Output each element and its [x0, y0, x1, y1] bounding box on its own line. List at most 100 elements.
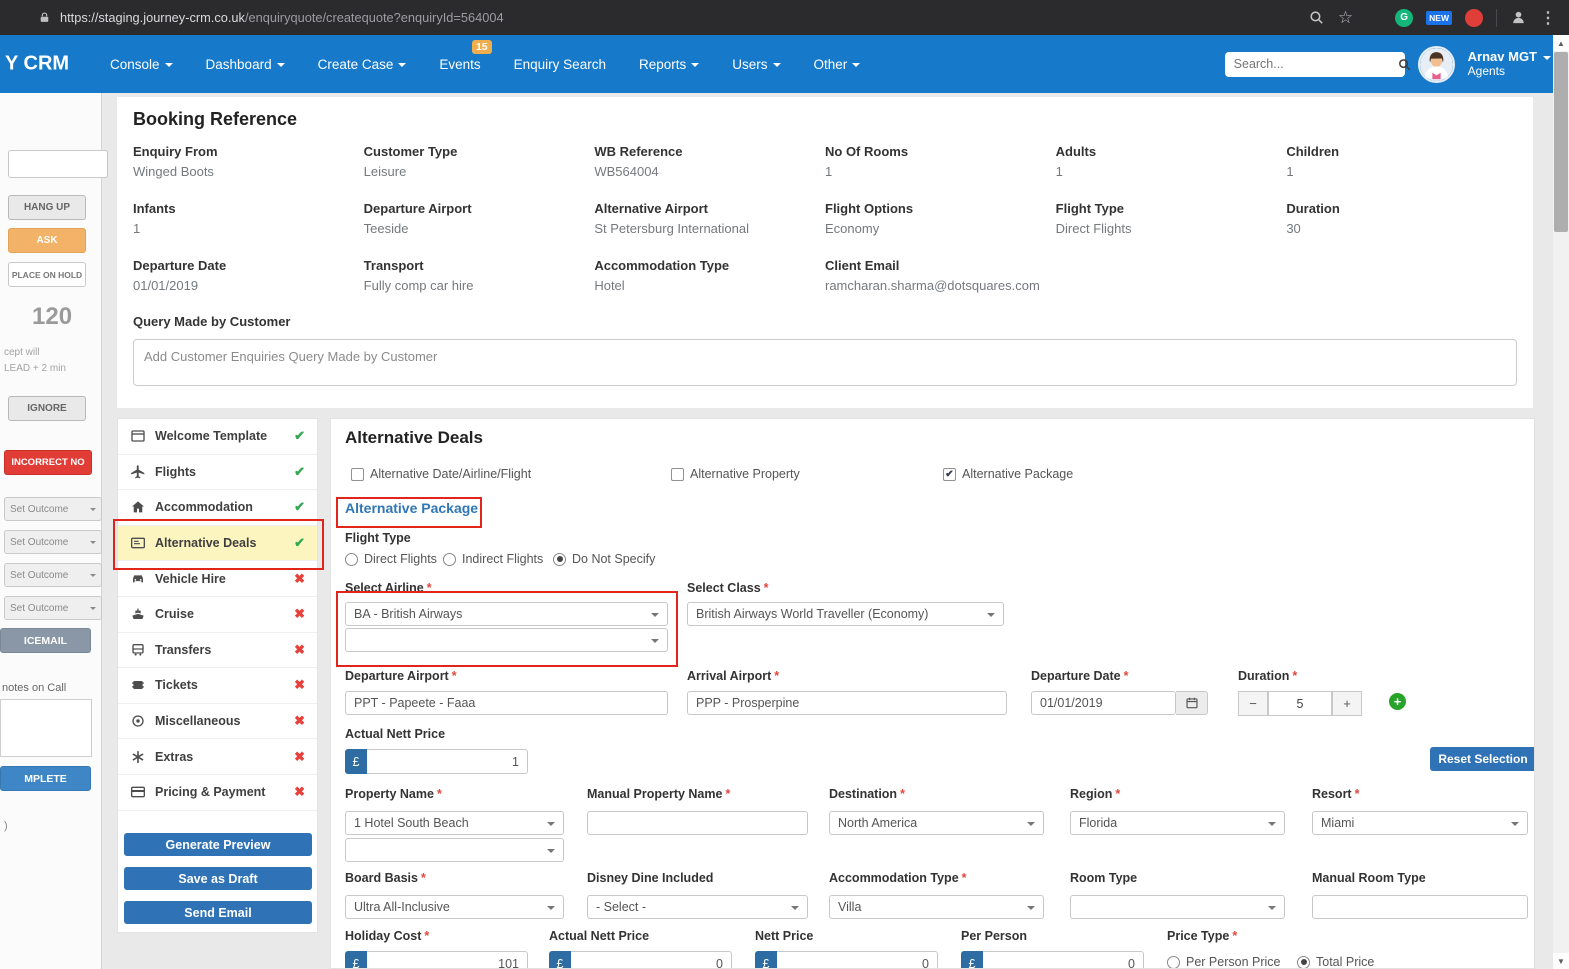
duration-minus-button[interactable]: −	[1238, 691, 1268, 716]
call-notes-label: notes on Call	[2, 682, 66, 694]
alternative-deals-panel: Alternative Deals Alternative Date/Airli…	[330, 418, 1535, 969]
duration-input[interactable]	[1268, 691, 1332, 716]
accommodation-type-select[interactable]: Villa	[829, 895, 1044, 919]
send-email-button[interactable]: Send Email	[124, 901, 312, 924]
menu-item-accommodation[interactable]: Accommodation✔	[118, 490, 317, 526]
nav-item-users[interactable]: Users	[732, 57, 780, 72]
menu-item-welcome-template[interactable]: Welcome Template✔	[118, 419, 317, 455]
bookmark-star-icon[interactable]: ☆	[1338, 9, 1353, 26]
set-outcome-select-4[interactable]: Set Outcome	[4, 596, 102, 620]
nett-price-input[interactable]	[777, 951, 938, 969]
set-outcome-select-3[interactable]: Set Outcome	[4, 563, 102, 587]
menu-item-vehicle-hire[interactable]: Vehicle Hire✖	[118, 561, 317, 597]
resort-select[interactable]: Miami	[1312, 811, 1528, 835]
vertical-scrollbar[interactable]: ▲ ▼	[1553, 35, 1569, 969]
nav-item-other[interactable]: Other	[814, 57, 861, 72]
chrome-menu-icon[interactable]: ⋮	[1540, 8, 1556, 28]
hang-up-button[interactable]: HANG UP	[8, 195, 86, 220]
avatar[interactable]	[1418, 46, 1455, 83]
radio-indirect-flights[interactable]: Indirect Flights	[443, 552, 543, 566]
add-row-button[interactable]: +	[1389, 693, 1406, 710]
room-type-select[interactable]	[1070, 895, 1285, 919]
voicemail-button[interactable]: ICEMAIL	[0, 628, 91, 653]
checkbox-alternative-date-airline-flight[interactable]: Alternative Date/Airline/Flight	[351, 467, 531, 481]
reset-selection-button[interactable]: Reset Selection	[1430, 747, 1535, 771]
disney-dine-select[interactable]: - Select -	[587, 895, 808, 919]
nav-item-dashboard[interactable]: Dashboard	[206, 57, 285, 72]
radio-total-price[interactable]: Total Price	[1297, 955, 1374, 969]
per-person-input[interactable]	[983, 951, 1144, 969]
class-select[interactable]: British Airways World Traveller (Economy…	[687, 602, 1004, 626]
departure-date-input[interactable]	[1031, 691, 1176, 715]
dialer-input[interactable]	[8, 150, 108, 178]
address-bar[interactable]: https://staging.journey-crm.co.uk/enquir…	[60, 10, 1308, 25]
brand-logo[interactable]: Y CRM	[5, 53, 69, 76]
set-outcome-select-1[interactable]: Set Outcome	[4, 497, 102, 521]
user-menu[interactable]: Arnav MGT Agents	[1468, 50, 1551, 79]
scroll-down-arrow[interactable]: ▼	[1553, 953, 1569, 969]
task-button[interactable]: ASK	[8, 228, 86, 253]
radio-circle	[1167, 956, 1180, 969]
nav-item-create-case[interactable]: Create Case	[318, 57, 407, 72]
menu-item-alternative-deals[interactable]: Alternative Deals✔	[118, 526, 317, 562]
property-name-select-secondary[interactable]	[345, 838, 564, 862]
actual-nett-price-input[interactable]	[367, 749, 528, 774]
set-outcome-select-2[interactable]: Set Outcome	[4, 530, 102, 554]
save-as-draft-button[interactable]: Save as Draft	[124, 867, 312, 890]
menu-item-flights[interactable]: Flights✔	[118, 455, 317, 491]
radio-do-not-specify[interactable]: Do Not Specify	[553, 552, 655, 566]
global-search-input[interactable]	[1232, 56, 1397, 72]
extension-green-icon[interactable]: G	[1395, 9, 1413, 27]
destination-select[interactable]: North America	[829, 811, 1044, 835]
board-basis-select[interactable]: Ultra All-Inclusive	[345, 895, 564, 919]
ignore-button[interactable]: IGNORE	[8, 396, 86, 421]
holiday-cost-input[interactable]	[367, 951, 528, 969]
checkbox-alternative-package[interactable]: ✔Alternative Package	[943, 467, 1073, 481]
chrome-search-icon[interactable]	[1308, 9, 1325, 26]
airline-select[interactable]: BA - British Airways	[345, 602, 668, 626]
calendar-button[interactable]	[1176, 691, 1208, 715]
region-select[interactable]: Florida	[1070, 811, 1285, 835]
manual-room-type-input[interactable]	[1312, 895, 1528, 919]
actual-nett-price2-input[interactable]	[571, 951, 732, 969]
scroll-up-arrow[interactable]: ▲	[1553, 35, 1569, 51]
checkbox-alternative-property[interactable]: Alternative Property	[671, 467, 800, 481]
radio-per-person-price[interactable]: Per Person Price	[1167, 955, 1280, 969]
nav-item-enquiry-search[interactable]: Enquiry Search	[514, 57, 606, 72]
lock-icon[interactable]	[38, 10, 51, 25]
check-icon: ✔	[294, 464, 305, 480]
extension-red-icon[interactable]	[1465, 9, 1483, 27]
field-children: Children1	[1286, 144, 1517, 179]
departure-airport-input[interactable]	[345, 691, 668, 715]
airline-select-secondary[interactable]	[345, 628, 668, 652]
query-textarea[interactable]	[133, 339, 1517, 386]
duration-plus-button[interactable]: +	[1332, 691, 1362, 716]
checkbox-box-checked: ✔	[943, 468, 956, 481]
radio-direct-flights[interactable]: Direct Flights	[345, 552, 437, 566]
incorrect-no-button[interactable]: INCORRECT NO	[4, 450, 92, 475]
manual-property-name-input[interactable]	[587, 811, 808, 835]
generate-preview-button[interactable]: Generate Preview	[124, 833, 312, 856]
call-notes-textarea[interactable]	[0, 699, 92, 757]
place-on-hold-button[interactable]: PLACE ON HOLD	[8, 262, 86, 287]
nav-item-console[interactable]: Console	[110, 57, 173, 72]
extension-new-badge[interactable]: NEW	[1426, 11, 1452, 25]
menu-item-pricing-payment[interactable]: Pricing & Payment✖	[118, 775, 317, 811]
search-icon[interactable]	[1397, 57, 1412, 72]
profile-icon[interactable]	[1510, 9, 1527, 26]
nav-item-events[interactable]: Events15	[439, 57, 480, 72]
menu-item-miscellaneous[interactable]: Miscellaneous✖	[118, 704, 317, 740]
menu-item-transfers[interactable]: Transfers✖	[118, 633, 317, 669]
cruise-icon	[130, 606, 146, 622]
chevron-down-icon	[90, 541, 96, 544]
arrival-airport-input[interactable]	[687, 691, 1007, 715]
vehicle-hire-icon	[130, 571, 146, 587]
nav-item-reports[interactable]: Reports	[639, 57, 699, 72]
checkbox-box	[351, 468, 364, 481]
complete-button[interactable]: MPLETE	[0, 766, 91, 791]
menu-item-tickets[interactable]: Tickets✖	[118, 668, 317, 704]
scrollbar-thumb[interactable]	[1554, 52, 1568, 232]
menu-item-cruise[interactable]: Cruise✖	[118, 597, 317, 633]
property-name-select[interactable]: 1 Hotel South Beach	[345, 811, 564, 835]
menu-item-extras[interactable]: Extras✖	[118, 739, 317, 775]
